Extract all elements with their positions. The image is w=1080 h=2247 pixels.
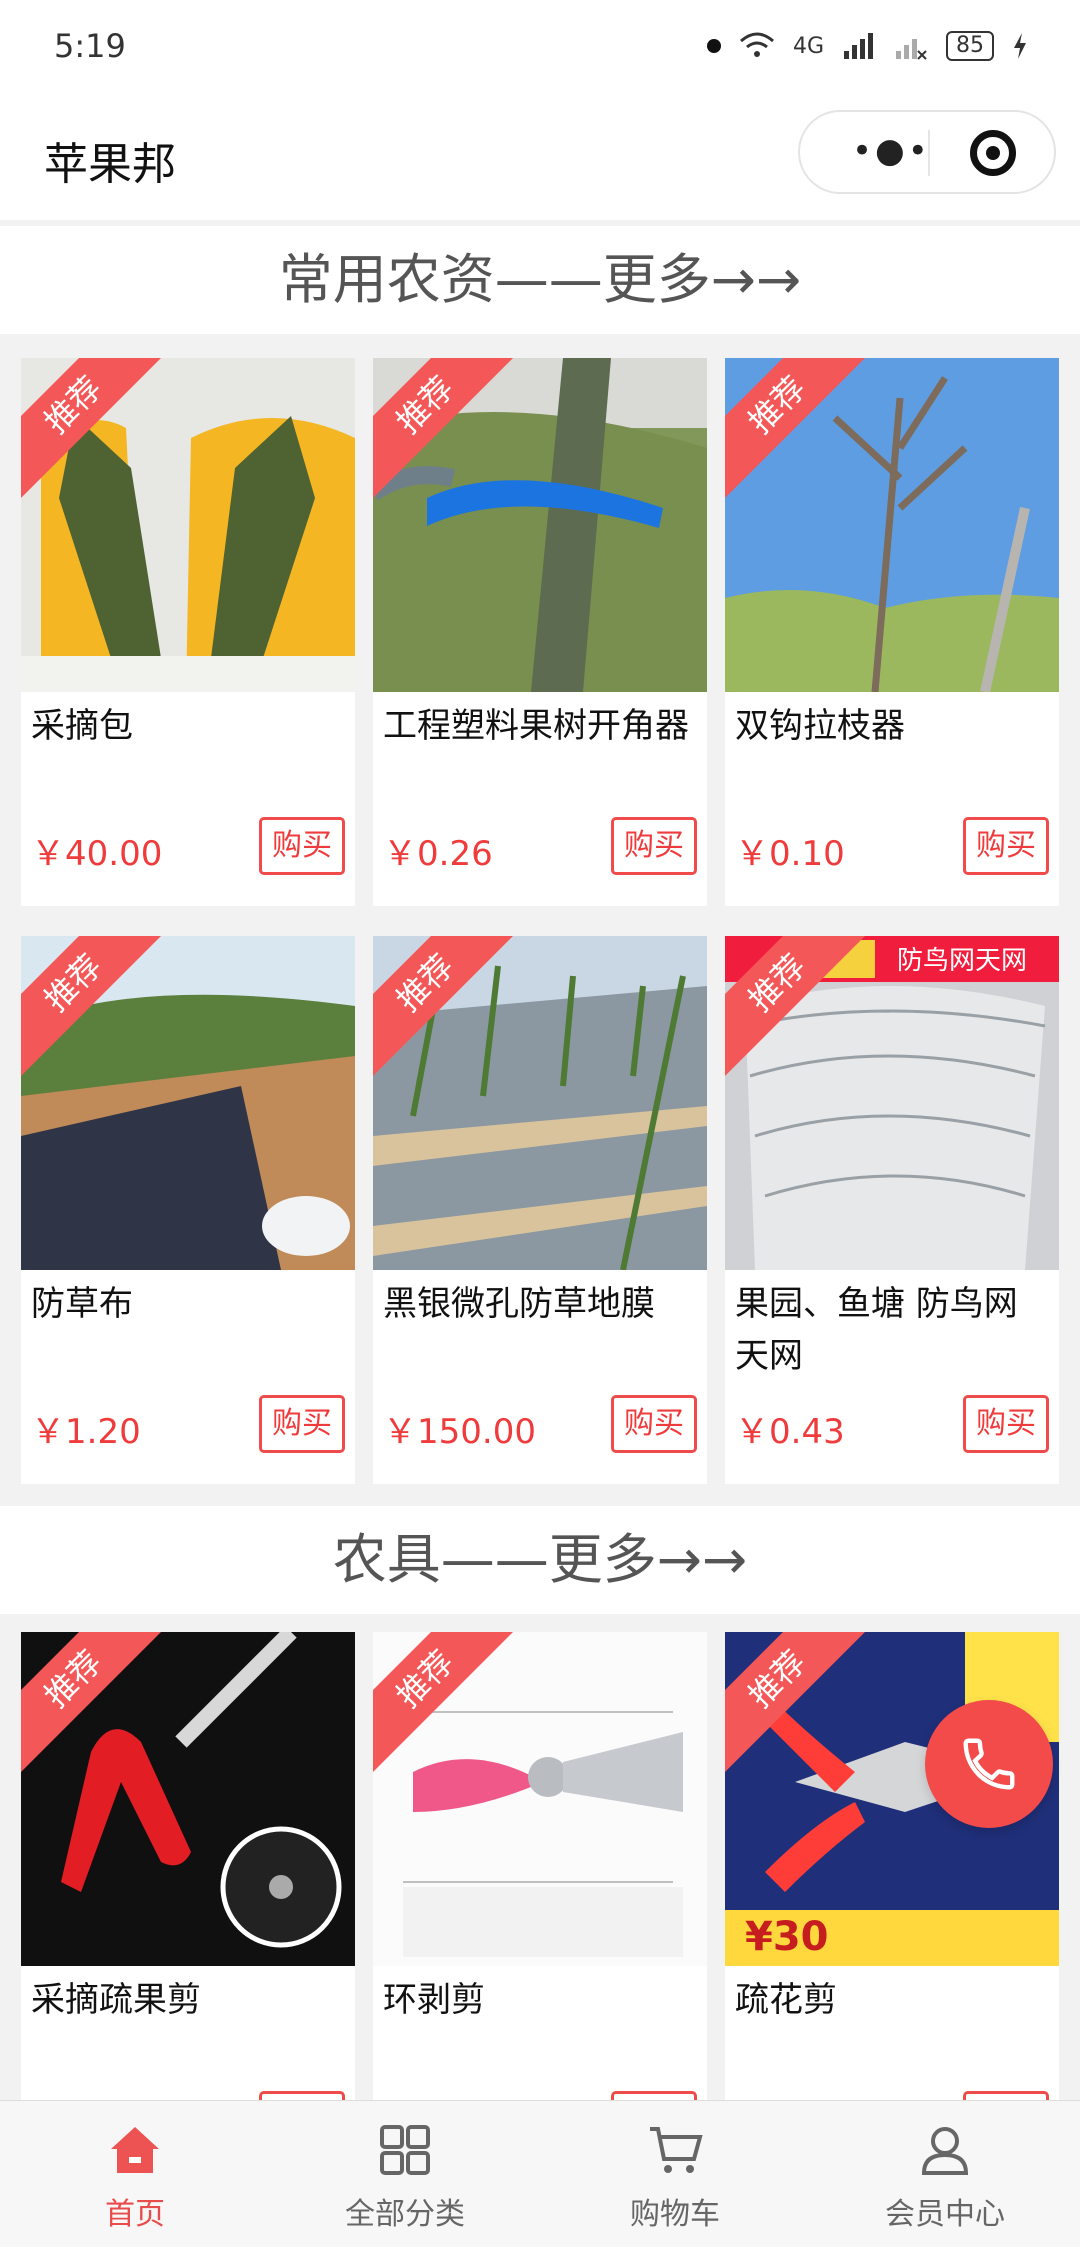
tab-categories[interactable]: 全部分类 [270,2101,540,2247]
product-name: 疏花剪 [735,1980,837,2020]
supplies-product-grid: 推荐 采摘包 ￥40.00 购买 推荐 工程塑料果树开角器 ￥0.26 购买 推… [21,358,1059,1484]
product-price: ￥150.00 [383,1412,536,1452]
product-name: 采摘疏果剪 [31,1980,201,2020]
signal-icon [844,33,873,59]
buy-button[interactable]: 购买 [611,1395,697,1453]
network-label: 4G [792,33,824,59]
buy-button[interactable]: 购买 [963,1395,1049,1453]
product-card[interactable]: 推荐 双钩拉枝器 ￥0.10 购买 [725,358,1059,906]
image-price-tag: ¥30 [745,1914,829,1960]
tab-label: 会员中心 [885,2197,1005,2232]
status-bar: 5:19 4G 85 [0,0,1080,92]
product-name: 果园、鱼塘 防鸟网天网 [735,1284,1018,1376]
product-image[interactable]: 推荐 [373,1632,707,1966]
product-name: 工程塑料果树开角器 [383,706,689,746]
buy-button[interactable]: 购买 [259,1395,345,1453]
signal-off-icon [896,39,927,60]
product-image[interactable]: 推荐 [373,358,707,692]
product-price: ￥0.43 [735,1412,845,1452]
status-time: 5:19 [54,27,126,65]
home-icon [111,2127,159,2173]
bottom-tab-bar: 首页 全部分类 购物车 会员中心 [0,2100,1080,2247]
tab-label: 购物车 [630,2197,720,2232]
nav-bar: 苹果邦 •●• [0,92,1080,220]
product-price: ￥40.00 [31,834,163,874]
battery-level: 85 [946,31,994,61]
product-card[interactable]: 推荐 工程塑料果树开角器 ￥0.26 购买 [373,358,707,906]
product-name: 防草布 [31,1284,133,1324]
product-name: 环剥剪 [383,1980,485,2020]
product-name: 双钩拉枝器 [735,706,905,746]
product-image[interactable]: 推荐 [725,358,1059,692]
wifi-icon [739,32,774,57]
buy-button[interactable]: 购买 [259,817,345,875]
buy-button[interactable]: 购买 [963,817,1049,875]
phone-call-button[interactable] [925,1700,1053,1828]
product-image[interactable]: 防鸟网天网 推荐 [725,936,1059,1270]
app-title: 苹果邦 [44,139,176,190]
tab-home[interactable]: 首页 [0,2101,270,2247]
product-card[interactable]: 推荐 环剥剪 购买 [373,1632,707,2180]
image-caption: 防鸟网天网 [897,946,1028,976]
product-image[interactable]: 推荐 [21,1632,355,1966]
cart-icon [650,2127,703,2173]
supplies-section-heading[interactable]: 常用农资——更多→→ [0,226,1080,334]
buy-button[interactable]: 购买 [611,817,697,875]
mini-program-capsule: •●• [798,110,1056,194]
tools-product-grid: 推荐 采摘疏果剪 购买 推荐 环剥剪 购买 [21,1632,1059,2180]
product-card[interactable]: 推荐 采摘包 ￥40.00 购买 [21,358,355,906]
phone-icon [963,1738,1015,1790]
product-price: ￥1.20 [31,1412,141,1452]
target-icon[interactable] [970,130,1016,176]
tab-member[interactable]: 会员中心 [810,2101,1080,2247]
tab-label: 首页 [105,2197,165,2232]
product-price: ￥0.10 [735,834,845,874]
product-image[interactable]: 推荐 [21,936,355,1270]
user-icon [921,2127,969,2175]
tab-cart[interactable]: 购物车 [540,2101,810,2247]
notification-dot-icon [706,39,721,53]
product-card[interactable]: 推荐 防草布 ￥1.20 购买 [21,936,355,1484]
product-name: 采摘包 [31,706,133,746]
product-name: 黑银微孔防草地膜 [383,1284,655,1324]
product-card[interactable]: 推荐 采摘疏果剪 购买 [21,1632,355,2180]
more-dots-icon[interactable]: •●• [852,134,931,168]
charging-icon [1014,33,1026,59]
capsule-divider [928,130,930,176]
product-card[interactable]: 推荐 黑银微孔防草地膜 ￥150.00 购买 [373,936,707,1484]
product-card[interactable]: 防鸟网天网 推荐 果园、鱼塘 防鸟网天网 ￥0.43 购买 [725,936,1059,1484]
product-image[interactable]: 推荐 [21,358,355,692]
tab-label: 全部分类 [345,2197,465,2232]
product-image[interactable]: 推荐 [373,936,707,1270]
grid-icon [380,2125,430,2175]
product-price: ￥0.26 [383,834,493,874]
tools-section-heading[interactable]: 农具——更多→→ [0,1506,1080,1614]
status-icons: 4G 85 [706,31,1028,61]
